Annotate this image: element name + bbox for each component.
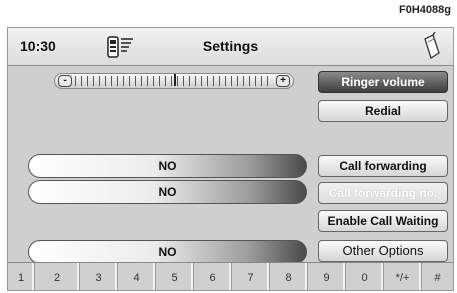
phone-settings-screen: 10:30 Settings - + NO NO NO Ringer volum… bbox=[7, 27, 454, 291]
volume-level-marker bbox=[174, 74, 176, 86]
page-title: Settings bbox=[202, 38, 259, 54]
key-star-plus[interactable]: */+ bbox=[384, 263, 422, 290]
call-forwarding-value: NO bbox=[158, 159, 177, 173]
key-3[interactable]: 3 bbox=[80, 263, 118, 290]
call-forwarding-number-button: Call forwarding no. bbox=[318, 182, 448, 204]
enable-call-waiting-button[interactable]: Enable Call Waiting bbox=[318, 210, 448, 232]
keypad: 1 2 3 4 5 6 7 8 9 0 */+ # bbox=[8, 262, 453, 290]
key-9[interactable]: 9 bbox=[308, 263, 346, 290]
volume-decrease-button[interactable]: - bbox=[58, 75, 72, 87]
other-options-button[interactable]: Other Options bbox=[318, 240, 448, 262]
call-forwarding-number-value: NO bbox=[158, 185, 177, 199]
header-bar: 10:30 Settings bbox=[8, 28, 453, 66]
other-options-value: NO bbox=[158, 245, 177, 259]
key-2[interactable]: 2 bbox=[35, 263, 80, 290]
figure-id: F0H4088g bbox=[399, 4, 451, 16]
volume-increase-button[interactable]: + bbox=[276, 75, 290, 87]
call-forwarding-number-field[interactable]: NO bbox=[28, 180, 307, 204]
mobile-phone-icon bbox=[424, 31, 440, 59]
settings-content: - + NO NO NO Ringer volume Redial Call f… bbox=[8, 66, 453, 285]
call-forwarding-button[interactable]: Call forwarding bbox=[318, 155, 448, 177]
key-8[interactable]: 8 bbox=[270, 263, 308, 290]
key-6[interactable]: 6 bbox=[194, 263, 232, 290]
key-1[interactable]: 1 bbox=[8, 263, 35, 290]
ringer-volume-button[interactable]: Ringer volume bbox=[318, 71, 448, 93]
key-hash[interactable]: # bbox=[422, 263, 453, 290]
other-options-field[interactable]: NO bbox=[28, 240, 307, 264]
ringer-volume-slider[interactable]: - + bbox=[54, 73, 294, 89]
key-0[interactable]: 0 bbox=[346, 263, 384, 290]
key-4[interactable]: 4 bbox=[118, 263, 156, 290]
key-7[interactable]: 7 bbox=[232, 263, 270, 290]
key-5[interactable]: 5 bbox=[156, 263, 194, 290]
redial-button[interactable]: Redial bbox=[318, 100, 448, 122]
call-forwarding-field[interactable]: NO bbox=[28, 154, 307, 178]
